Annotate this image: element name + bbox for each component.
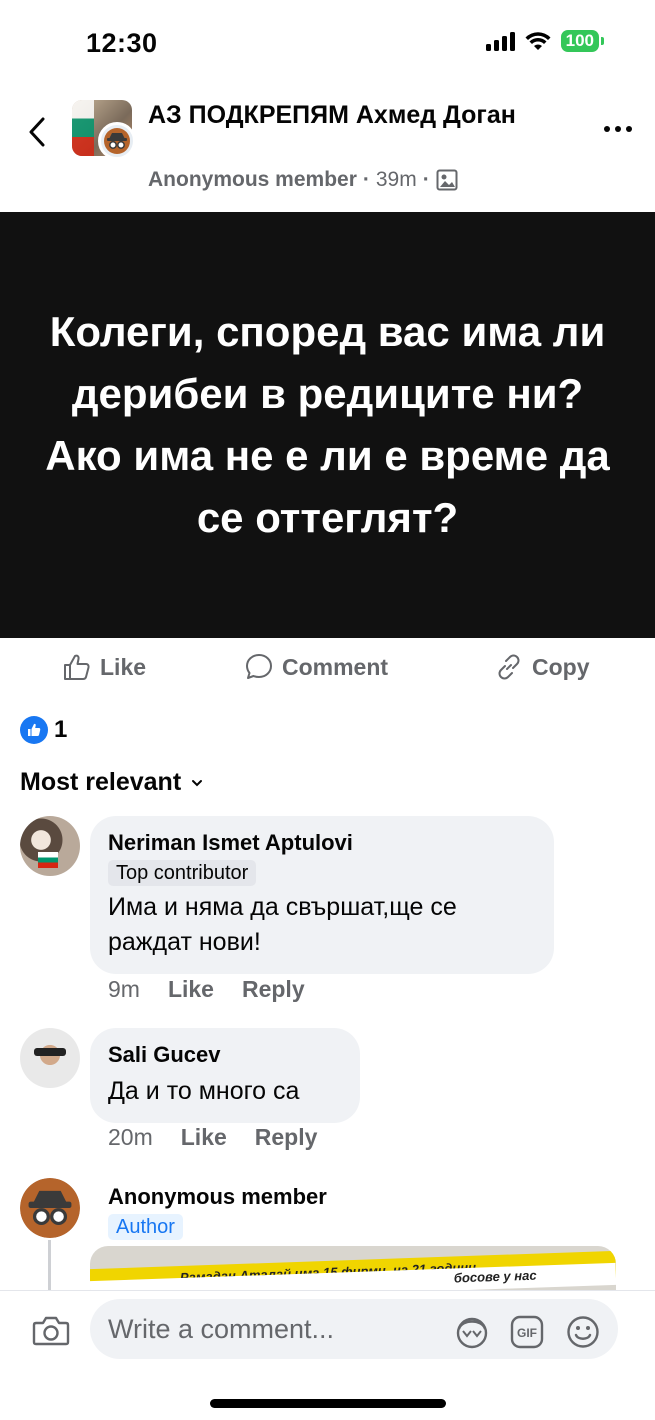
comment-input-placeholder: Write a comment... <box>108 1313 335 1344</box>
avatar-sticker-icon <box>456 1317 488 1349</box>
copy-label: Copy <box>532 653 590 680</box>
commenter-name[interactable]: Sali Gucev <box>108 1040 342 1070</box>
emoji-button[interactable] <box>566 1315 600 1354</box>
comment-bubble-icon <box>246 654 272 679</box>
commenter-name[interactable]: Anonymous member <box>108 1182 327 1212</box>
group-privacy-icon <box>436 169 458 191</box>
status-time: 12:30 <box>86 28 158 58</box>
post-actions: Like Comment Copy <box>0 646 655 692</box>
comment-button[interactable]: Comment <box>244 652 388 682</box>
comment-text: Има и няма да свършат,ще се раждат нови! <box>108 893 457 956</box>
comment-time: 9m <box>108 976 140 1002</box>
post-author: Anonymous member <box>148 168 357 191</box>
comment-like-button[interactable]: Like <box>181 1124 227 1151</box>
comment-composer: Write a comment... GIF <box>0 1290 655 1380</box>
more-options-button[interactable] <box>603 114 633 134</box>
commenter-avatar[interactable] <box>20 1028 80 1088</box>
link-icon <box>498 654 520 680</box>
comment-sort-dropdown[interactable]: Most relevant <box>20 768 203 797</box>
copy-button[interactable]: Copy <box>494 652 590 682</box>
flag-badge <box>38 852 58 868</box>
comment-label: Comment <box>282 653 389 680</box>
group-title[interactable]: АЗ ПОДКРЕПЯМ Ахмед Доган <box>148 98 538 132</box>
flag-graphic <box>72 100 94 156</box>
avatar-sticker-button[interactable] <box>454 1315 490 1354</box>
comment-item: Neriman Ismet Aptulovi Top contributor И… <box>20 816 640 996</box>
commenter-avatar[interactable] <box>20 816 80 876</box>
top-contributor-badge: Top contributor <box>108 860 257 886</box>
sort-label: Most relevant <box>20 768 182 796</box>
svg-text:GIF: GIF <box>517 1326 537 1340</box>
comment-bubble[interactable]: Neriman Ismet Aptulovi Top contributor И… <box>90 816 554 974</box>
commenter-name[interactable]: Neriman Ismet Aptulovi <box>108 828 536 858</box>
status-icons: 100 <box>485 30 605 52</box>
comment-reply-button[interactable]: Reply <box>242 976 305 1003</box>
camera-icon <box>32 1316 70 1346</box>
post-body[interactable]: Колеги, според вас има ли дерибеи в реди… <box>0 212 655 638</box>
anonymous-avatar-icon <box>98 122 136 160</box>
like-reaction-icon <box>20 716 48 744</box>
like-label: Like <box>100 653 147 680</box>
ellipsis-icon <box>604 126 632 132</box>
camera-button[interactable] <box>32 1315 70 1352</box>
comment-image-attachment[interactable]: Рамадан Аталай има 15 фирми, на 21 годин… <box>90 1246 616 1290</box>
anonymous-avatar-icon[interactable] <box>20 1178 80 1238</box>
reaction-count: 1 <box>54 716 68 743</box>
home-indicator[interactable] <box>210 1399 446 1408</box>
battery-indicator: 100 <box>560 30 605 52</box>
like-button[interactable]: Like <box>62 652 146 682</box>
post-meta: Anonymous member · 39m · <box>148 168 458 192</box>
gif-button[interactable]: GIF <box>510 1315 544 1354</box>
chevron-down-icon <box>192 779 203 786</box>
sunglasses-graphic <box>34 1048 66 1056</box>
reactions-summary[interactable]: 1 <box>20 716 67 744</box>
cellular-signal-icon <box>485 31 515 51</box>
comment-item: Anonymous member Author <box>20 1178 640 1248</box>
chevron-left-icon <box>29 117 45 147</box>
comment-meta: 20m Like Reply <box>108 1124 317 1151</box>
meta-separator-2: · <box>422 168 430 191</box>
author-header: Anonymous member Author <box>108 1182 327 1240</box>
gif-icon: GIF <box>510 1315 544 1349</box>
status-bar: 12:30 100 <box>0 0 655 90</box>
smiley-icon <box>567 1316 599 1348</box>
comment-time: 20m <box>108 1124 153 1150</box>
post-time[interactable]: 39m <box>376 168 417 192</box>
comment-meta: 9m Like Reply <box>108 976 305 1003</box>
comment-bubble[interactable]: Sali Gucev Да и то много са <box>90 1028 360 1123</box>
comment-reply-button[interactable]: Reply <box>255 1124 318 1151</box>
post-text: Колеги, според вас има ли дерибеи в реди… <box>45 308 610 541</box>
wifi-icon <box>525 32 551 50</box>
thread-line <box>48 1240 51 1290</box>
comment-like-button[interactable]: Like <box>168 976 214 1003</box>
meta-separator: · <box>362 168 370 191</box>
image-text-2: босове у нас <box>453 1267 537 1286</box>
back-button[interactable] <box>22 112 52 152</box>
post-header: АЗ ПОДКРЕПЯМ Ахмед Доган Anonymous membe… <box>0 92 655 210</box>
author-badge: Author <box>108 1214 183 1240</box>
comment-text: Да и то много са <box>108 1077 300 1105</box>
thumbs-up-icon <box>64 654 90 680</box>
